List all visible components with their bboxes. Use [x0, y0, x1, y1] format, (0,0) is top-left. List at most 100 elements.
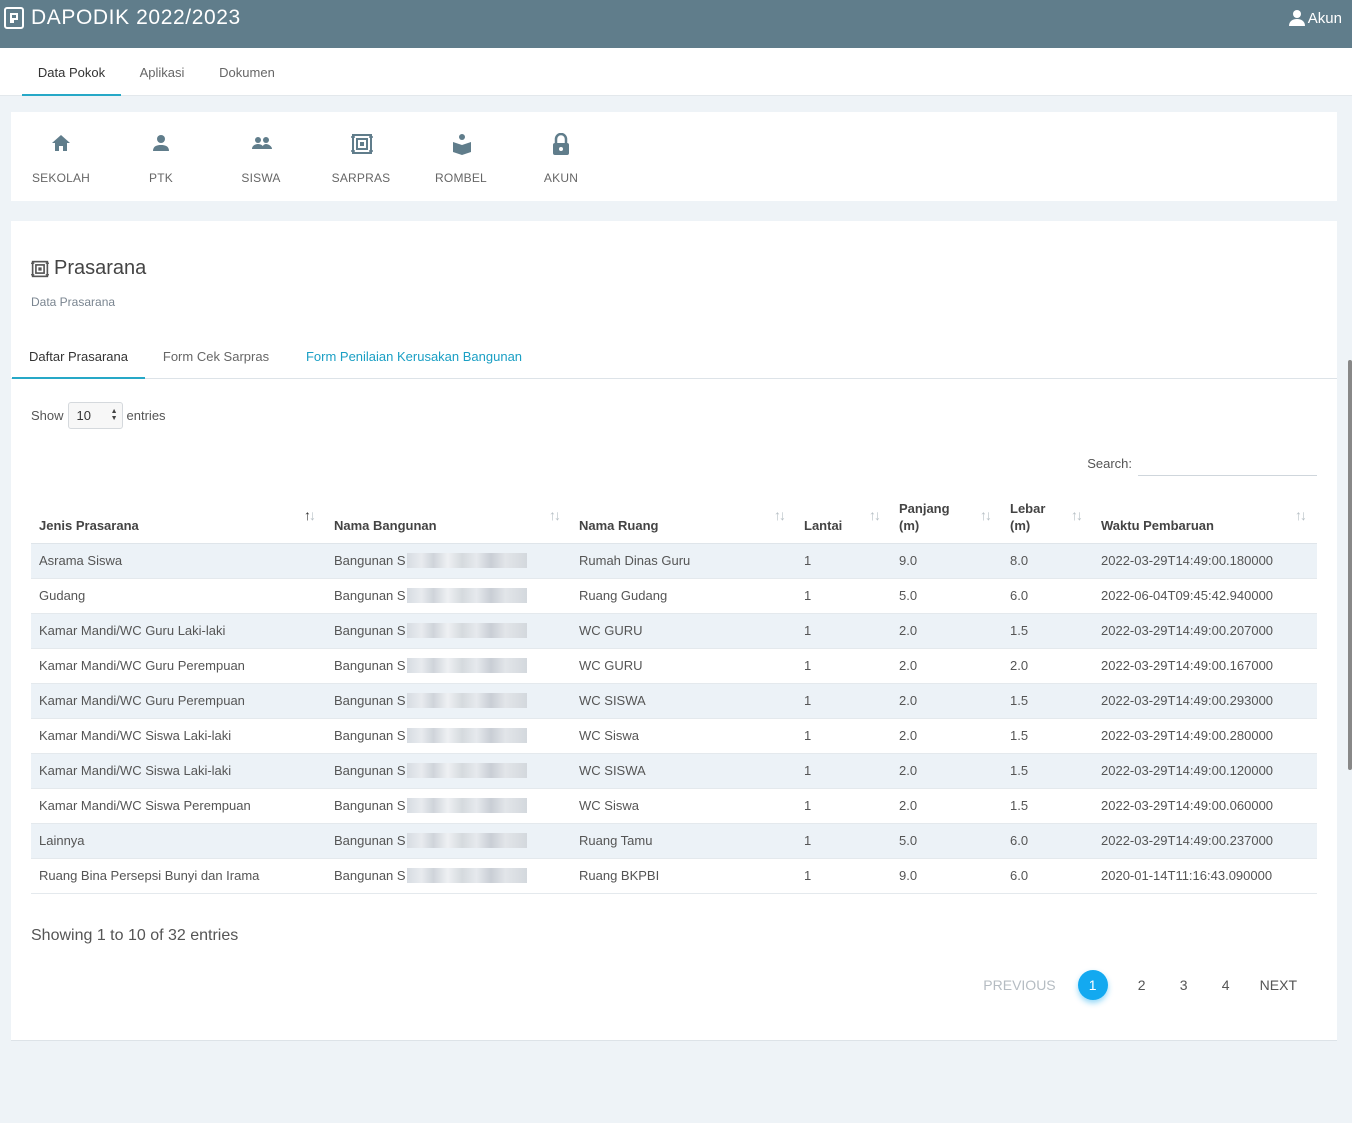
entries-label: entries	[126, 408, 166, 423]
cell-text: 2.0	[899, 658, 918, 673]
cell-nama-bangunan: Bangunan S	[326, 543, 571, 579]
entries-select[interactable]: 10 ▲ ▼	[67, 402, 123, 429]
cell-text: 1	[804, 798, 812, 813]
cell-text: 1	[804, 553, 812, 568]
cell-text: 2.0	[899, 728, 918, 743]
tab-daftar-prasarana[interactable]: Daftar Prasarana	[12, 339, 145, 379]
page-scrollbar[interactable]	[1348, 360, 1352, 770]
pagination-page-current[interactable]: 1	[1077, 970, 1108, 1000]
content-card: Prasarana Data Prasarana Daftar Prasaran…	[11, 221, 1337, 1041]
cell-text: WC SISWA	[579, 693, 646, 708]
cell-waktu-pembaruan: 2022-03-29T14:49:00.120000	[1093, 753, 1317, 789]
module-sarpras[interactable]: SARPRAS	[311, 112, 411, 201]
cell-text: WC Siswa	[579, 728, 639, 743]
column-header[interactable]: Panjang (m) ↑↓	[891, 493, 1002, 544]
cell-lebar: 1.5	[1002, 718, 1093, 754]
main-menu: Data Pokok Aplikasi Dokumen	[0, 48, 1352, 96]
column-header-label: Lantai	[804, 517, 843, 533]
table-row[interactable]: Gudang Bangunan S Ruang Gudang 1 5.0 6.0 2022-…	[31, 578, 1317, 614]
column-header[interactable]: Lebar (m) ↑↓	[1002, 493, 1093, 544]
people-icon	[252, 137, 272, 149]
cell-jenis-prasarana: Kamar Mandi/WC Guru Laki-laki	[31, 613, 326, 649]
cell-nama-ruang: WC GURU	[571, 613, 796, 649]
cell-panjang: 5.0	[891, 578, 1002, 614]
cell-nama-bangunan: Bangunan S	[326, 683, 571, 719]
cell-lebar: 1.5	[1002, 683, 1093, 719]
search-label: Search:	[1087, 456, 1132, 471]
cell-text: 1	[804, 658, 812, 673]
cell-waktu-pembaruan: 2022-03-29T14:49:00.207000	[1093, 613, 1317, 649]
prasarana-table: Jenis Prasarana ↑↓ Nama Bangunan ↑↓ Nama R…	[31, 493, 1317, 894]
cell-text: 2022-03-29T14:49:00.280000	[1101, 728, 1274, 743]
table-row[interactable]: Kamar Mandi/WC Guru Perempuan Bangunan S W…	[31, 648, 1317, 684]
column-header[interactable]: Nama Bangunan ↑↓	[326, 493, 571, 544]
cell-waktu-pembaruan: 2022-03-29T14:49:00.180000	[1093, 543, 1317, 579]
table-row[interactable]: Kamar Mandi/WC Guru Laki-laki Bangunan S W…	[31, 613, 1317, 649]
cell-text: Kamar Mandi/WC Siswa Laki-laki	[39, 763, 232, 778]
table-row[interactable]: Ruang Bina Persepsi Bunyi dan Irama Bangu…	[31, 858, 1317, 894]
account-menu[interactable]: Akun	[1288, 9, 1342, 27]
tab-form-penilaian-kerusakan[interactable]: Form Penilaian Kerusakan Bangunan	[294, 339, 534, 379]
cell-panjang: 9.0	[891, 543, 1002, 579]
tab-form-cek-sarpras[interactable]: Form Cek Sarpras	[155, 339, 277, 379]
table-row[interactable]: Kamar Mandi/WC Guru Perempuan Bangunan S W…	[31, 683, 1317, 719]
page-subtitle: Data Prasarana	[31, 295, 116, 309]
cell-text: Kamar Mandi/WC Siswa Laki-laki	[39, 728, 232, 743]
cell-waktu-pembaruan: 2022-03-29T14:49:00.293000	[1093, 683, 1317, 719]
menu-dokumen[interactable]: Dokumen	[206, 48, 288, 96]
redacted-block	[406, 623, 527, 638]
column-header[interactable]: Lantai ↑↓	[796, 493, 891, 544]
cell-lebar: 1.5	[1002, 788, 1093, 824]
brand[interactable]: DAPODIK 2022/2023	[4, 6, 241, 30]
search-input[interactable]	[1138, 452, 1317, 476]
pagination-previous[interactable]: PREVIOUS	[983, 977, 1055, 993]
redacted-block	[406, 693, 527, 708]
cell-panjang: 5.0	[891, 823, 1002, 859]
cell-lebar: 6.0	[1002, 823, 1093, 859]
cell-text: 1	[804, 868, 812, 883]
column-header[interactable]: Waktu Pembaruan ↑↓	[1093, 493, 1317, 544]
cell-text: 1.5	[1010, 763, 1029, 778]
entries-length-control: Show 10 ▲ ▼ entries	[31, 402, 166, 429]
menu-data-pokok[interactable]: Data Pokok	[22, 48, 121, 96]
cell-text: 6.0	[1010, 868, 1029, 883]
cell-text: 1	[804, 763, 812, 778]
table-row[interactable]: Kamar Mandi/WC Siswa Perempuan Bangunan S…	[31, 788, 1317, 824]
cell-jenis-prasarana: Kamar Mandi/WC Guru Perempuan	[31, 683, 326, 719]
column-header[interactable]: Nama Ruang ↑↓	[571, 493, 796, 544]
table-row[interactable]: Asrama Siswa Bangunan S Rumah Dinas Guru 1 9…	[31, 543, 1317, 579]
cell-panjang: 2.0	[891, 613, 1002, 649]
module-rombel[interactable]: ROMBEL	[411, 112, 511, 201]
table-row[interactable]: Lainnya Bangunan S Ruang Tamu 1 5.0 6.0 2022-0…	[31, 823, 1317, 859]
cell-lantai: 1	[796, 753, 891, 789]
cell-text: WC GURU	[579, 658, 643, 673]
table-info: Showing 1 to 10 of 32 entries	[31, 927, 239, 944]
table-row[interactable]: Kamar Mandi/WC Siswa Laki-laki Bangunan S…	[31, 718, 1317, 754]
column-header[interactable]: Jenis Prasarana ↑↓	[31, 493, 326, 544]
account-label: Akun	[1307, 9, 1342, 27]
table-header-row: Jenis Prasarana ↑↓ Nama Bangunan ↑↓ Nama R…	[31, 493, 1317, 544]
menu-aplikasi[interactable]: Aplikasi	[124, 48, 200, 96]
cell-text: 6.0	[1010, 588, 1029, 603]
module-ptk[interactable]: PTK	[111, 112, 211, 201]
pagination-next[interactable]: NEXT	[1260, 977, 1297, 993]
cell-text: Bangunan S	[334, 798, 406, 813]
cell-text: Bangunan S	[334, 623, 406, 638]
cell-nama-bangunan: Bangunan S	[326, 613, 571, 649]
table-row[interactable]: Kamar Mandi/WC Siswa Laki-laki Bangunan S…	[31, 753, 1317, 789]
pagination-page[interactable]: 3	[1176, 977, 1192, 993]
pagination-page[interactable]: 4	[1218, 977, 1234, 993]
sort-icon: ↑↓	[549, 507, 561, 523]
module-akun[interactable]: AKUN	[511, 112, 611, 201]
cell-panjang: 2.0	[891, 683, 1002, 719]
sort-icon: ↑↓	[1295, 507, 1307, 523]
module-sekolah[interactable]: SEKOLAH	[11, 112, 111, 201]
module-siswa[interactable]: SISWA	[211, 112, 311, 201]
sort-icon: ↑↓	[980, 507, 992, 523]
pagination-page[interactable]: 2	[1134, 977, 1150, 993]
module-label: SARPRAS	[331, 171, 391, 185]
cell-text: WC Siswa	[579, 798, 639, 813]
cell-text: Bangunan S	[334, 553, 406, 568]
cell-text: Gudang	[39, 588, 86, 603]
cell-text: 2022-03-29T14:49:00.120000	[1101, 763, 1274, 778]
